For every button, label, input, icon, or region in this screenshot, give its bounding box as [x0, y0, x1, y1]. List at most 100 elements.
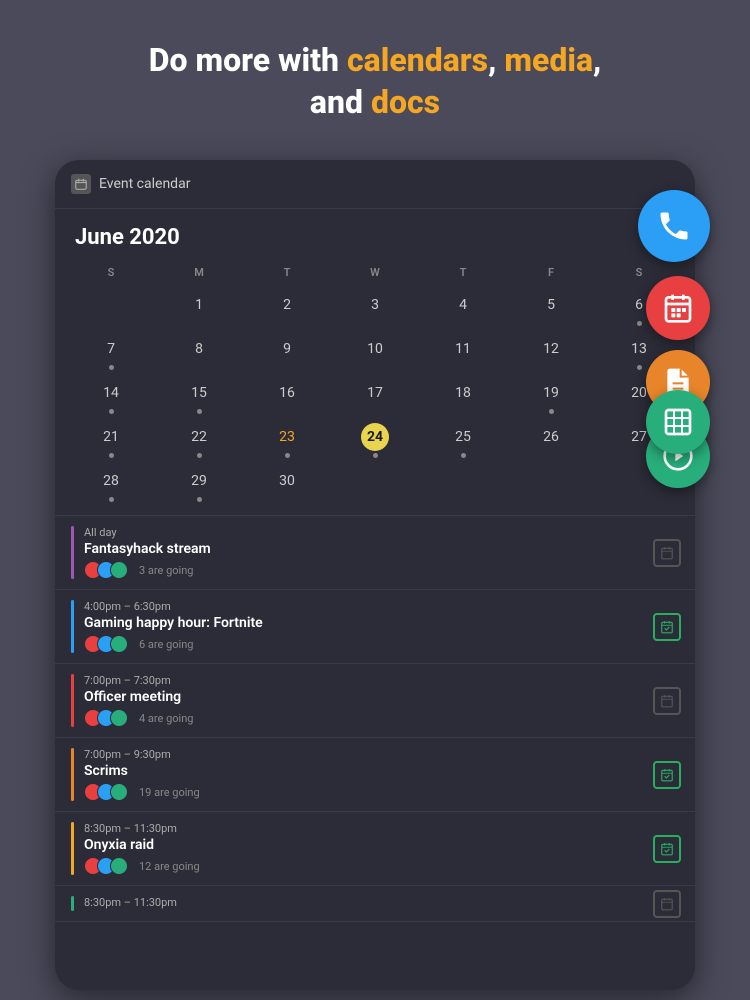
day-cell[interactable]: 23 — [243, 419, 331, 463]
rsvp-icon[interactable] — [653, 613, 681, 641]
spreadsheet-fab[interactable] — [646, 390, 710, 454]
rsvp-icon[interactable] — [653, 761, 681, 789]
hero-section: Do more with calendars, media, and docs — [0, 0, 750, 147]
event-attendees: 4 are going — [84, 709, 679, 727]
event-item[interactable]: All dayFantasyhack stream3 are going — [55, 516, 695, 590]
day-number: 15 — [185, 379, 213, 407]
day-number: 2 — [273, 291, 301, 319]
hero-calendars: calendars — [347, 41, 488, 79]
day-cell[interactable]: 7 — [67, 331, 155, 375]
attendee-avatars — [84, 857, 123, 875]
day-cell[interactable]: 30 — [243, 463, 331, 507]
day-number: 25 — [449, 423, 477, 451]
day-cell[interactable]: 14 — [67, 375, 155, 419]
attendee-avatars — [84, 783, 123, 801]
day-cell[interactable]: 24 — [331, 419, 419, 463]
day-number: 21 — [97, 423, 125, 451]
day-cell[interactable]: 26 — [507, 419, 595, 463]
day-cell[interactable]: 3 — [331, 287, 419, 331]
day-sun: S — [67, 266, 155, 279]
event-attendees: 6 are going — [84, 635, 679, 653]
day-cell[interactable]: 5 — [507, 287, 595, 331]
day-cell[interactable]: 28 — [67, 463, 155, 507]
event-dot — [197, 497, 202, 502]
day-number: 29 — [185, 467, 213, 495]
event-dot — [373, 453, 378, 458]
day-cell[interactable]: 10 — [331, 331, 419, 375]
calendar-title: Event calendar — [99, 176, 190, 192]
day-cell[interactable]: 4 — [419, 287, 507, 331]
event-rsvp[interactable] — [653, 613, 681, 641]
event-color-bar — [71, 896, 74, 911]
event-item[interactable]: 4:00pm – 6:30pmGaming happy hour: Fortni… — [55, 590, 695, 664]
event-color-bar — [71, 748, 74, 801]
day-number: 11 — [449, 335, 477, 363]
event-dot — [109, 497, 114, 502]
event-dot — [109, 409, 114, 414]
day-cell[interactable]: 8 — [155, 331, 243, 375]
event-dot — [549, 409, 554, 414]
avatar — [110, 635, 128, 653]
event-dot — [197, 453, 202, 458]
hero-comma1: , — [488, 41, 504, 79]
rsvp-icon[interactable] — [653, 835, 681, 863]
event-rsvp[interactable] — [653, 890, 681, 918]
month-title: June 2020 — [75, 225, 675, 250]
event-rsvp[interactable] — [653, 835, 681, 863]
phone-fab[interactable] — [638, 190, 710, 262]
going-count: 3 are going — [139, 564, 193, 577]
day-number — [97, 291, 125, 319]
event-color-bar — [71, 526, 74, 579]
event-time: 8:30pm – 11:30pm — [84, 896, 679, 909]
going-count: 12 are going — [139, 860, 200, 873]
avatar — [110, 709, 128, 727]
event-item[interactable]: 8:30pm – 11:30pm — [55, 886, 695, 922]
day-number: 10 — [361, 335, 389, 363]
day-cell[interactable]: 29 — [155, 463, 243, 507]
day-cell[interactable]: 15 — [155, 375, 243, 419]
day-cell[interactable]: 22 — [155, 419, 243, 463]
event-rsvp[interactable] — [653, 687, 681, 715]
event-item[interactable]: 7:00pm – 7:30pmOfficer meeting4 are goin… — [55, 664, 695, 738]
day-number: 18 — [449, 379, 477, 407]
day-cell[interactable]: 11 — [419, 331, 507, 375]
calendar-grid: S M T W T F S 12345678910111213141516171… — [55, 258, 695, 507]
rsvp-icon[interactable] — [653, 687, 681, 715]
rsvp-icon[interactable] — [653, 539, 681, 567]
event-attendees: 19 are going — [84, 783, 679, 801]
day-number: 28 — [97, 467, 125, 495]
app-content: Event calendar June 2020 S M T W T F S 1… — [55, 160, 695, 990]
event-item[interactable]: 8:30pm – 11:30pmOnyxia raid12 are going — [55, 812, 695, 886]
event-rsvp[interactable] — [653, 761, 681, 789]
event-time: 8:30pm – 11:30pm — [84, 822, 679, 835]
calendar-fab[interactable] — [646, 276, 710, 340]
day-cell[interactable]: 1 — [155, 287, 243, 331]
day-cell[interactable]: 19 — [507, 375, 595, 419]
event-dot — [285, 453, 290, 458]
event-attendees: 3 are going — [84, 561, 679, 579]
event-rsvp[interactable] — [653, 539, 681, 567]
day-cell[interactable]: 17 — [331, 375, 419, 419]
event-time: 7:00pm – 7:30pm — [84, 674, 679, 687]
hero-media: media — [504, 41, 593, 79]
hero-line2-plain: and — [310, 83, 371, 121]
event-item[interactable]: 7:00pm – 9:30pmScrims19 are going — [55, 738, 695, 812]
day-cell[interactable]: 12 — [507, 331, 595, 375]
event-dot — [197, 409, 202, 414]
day-cell[interactable]: 2 — [243, 287, 331, 331]
day-cell[interactable]: 25 — [419, 419, 507, 463]
event-dot — [109, 453, 114, 458]
day-cell[interactable]: 21 — [67, 419, 155, 463]
day-cell[interactable]: 9 — [243, 331, 331, 375]
hero-comma2: , — [593, 41, 601, 79]
rsvp-icon[interactable] — [653, 890, 681, 918]
day-number: 26 — [537, 423, 565, 451]
day-mon: M — [155, 266, 243, 279]
day-cell[interactable]: 18 — [419, 375, 507, 419]
event-body: All dayFantasyhack stream3 are going — [84, 526, 679, 579]
hero-line1-plain: Do more with — [149, 41, 347, 79]
day-cell[interactable]: 16 — [243, 375, 331, 419]
going-count: 6 are going — [139, 638, 193, 651]
event-color-bar — [71, 600, 74, 653]
day-number: 16 — [273, 379, 301, 407]
